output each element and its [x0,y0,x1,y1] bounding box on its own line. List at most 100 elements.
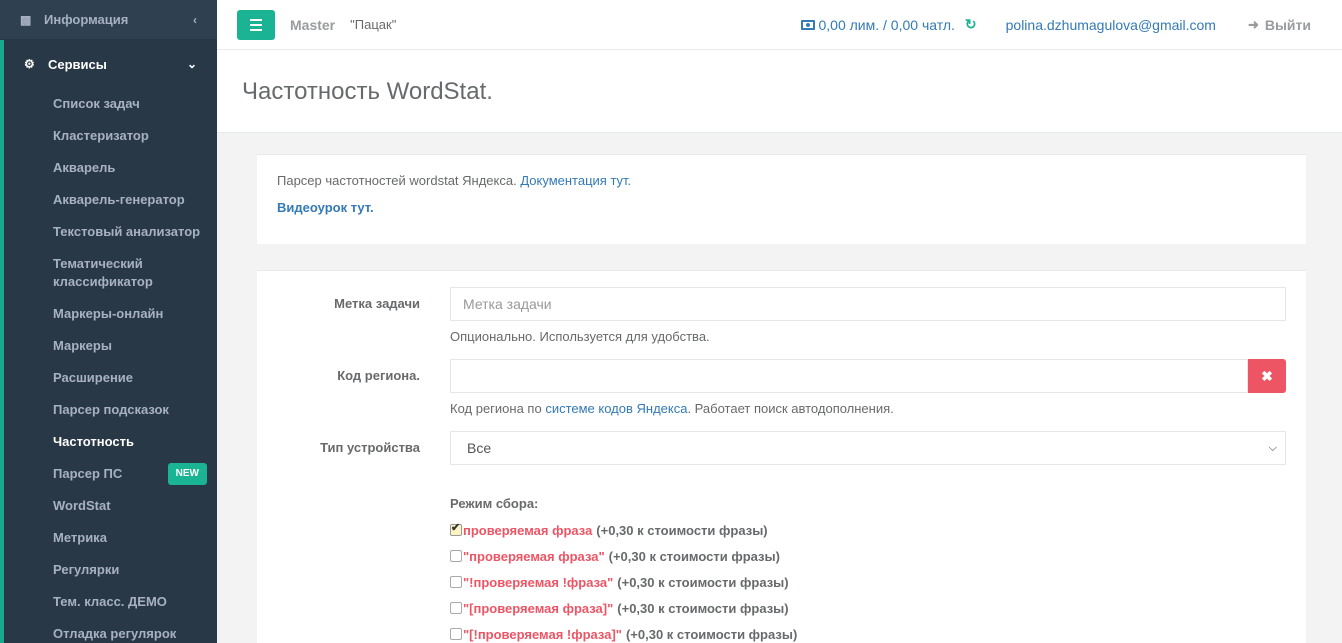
video-tutorial-link[interactable]: Видеоурок тут. [277,200,374,215]
chevron-down-icon: ⌵ [1268,441,1277,454]
mode-checkbox[interactable] [450,576,462,588]
mode-option[interactable]: "[!проверяемая !фраза]" (+0,30 к стоимос… [450,621,1286,643]
info-box: Парсер частотностей wordstat Яндекса. До… [257,154,1306,244]
mode-checkbox[interactable] [450,628,462,640]
mode-cost: (+0,30 к стоимости фразы) [625,626,798,642]
mode-checkbox[interactable] [450,550,462,562]
sidebar-item-suggest-parser[interactable]: Парсер подсказок [4,394,217,426]
form-box: Метка задачи Метка задачи Опционально. И… [257,270,1306,643]
refresh-icon[interactable]: ↻ [965,16,977,33]
cogs-icon: ⚙ [24,57,35,71]
sidebar-item-label: Акварель-генератор [53,192,185,207]
hamburger-icon [250,18,262,21]
mode-cost: (+0,30 к стоимости фразы) [617,600,789,616]
sidebar-item-extension[interactable]: Расширение [4,362,217,394]
sidebar-item-label: Расширение [53,370,134,385]
balance-text: 0,00 лим. / 0,00 чатл. [818,16,955,33]
sidebar-section-services: ⚙ Сервисы ⌄ Список задач Кластеризатор А… [0,40,217,643]
sidebar-item-frequency[interactable]: Частотность [4,426,217,458]
mode-option[interactable]: "проверяемая фраза" (+0,30 к стоимости ф… [450,543,1286,569]
sidebar-item-serp-parser[interactable]: Парсер ПС NEW [4,458,217,490]
sidebar-item-label: Регулярки [53,562,120,577]
sidebar-item-metrika[interactable]: Метрика [4,522,217,554]
sidebar-item-wordstat[interactable]: WordStat [4,490,217,522]
clear-region-button[interactable]: ✖ [1248,359,1286,393]
sidebar-item-label: Информация [44,12,129,27]
sidebar-item-akvarel[interactable]: Акварель [4,152,217,184]
sidebar-item-label: WordStat [53,498,111,513]
page-heading: Частотность WordStat. [217,50,1342,133]
region-label: Код региона. [337,368,420,383]
sidebar-item-thematic-classifier[interactable]: Тематический классификатор [4,248,217,298]
balance[interactable]: 0,00 лим. / 0,00 чатл. [800,16,955,33]
sidebar-item-label: Парсер ПС [53,466,123,481]
device-type-select[interactable]: Все ⌵ [450,431,1286,465]
sidebar: ▩ Информация ‹ ⚙ Сервисы ⌄ Список задач … [0,0,217,643]
topbar-right: 0,00 лим. / 0,00 чатл. ↻ polina.dzhumagu… [800,16,1342,33]
sidebar-item-info[interactable]: ▩ Информация ‹ [0,0,217,40]
mode-option[interactable]: "[проверяемая фраза]" (+0,30 к стоимости… [450,595,1286,621]
sidebar-item-label: Акварель [53,160,116,175]
top-navbar: Master "Пацак" 0,00 лим. / 0,00 чатл. ↻ … [217,0,1342,50]
mode-checkbox[interactable] [450,602,462,614]
sidebar-item-label: Тематический классификатор [53,256,153,289]
device-selected: Все [467,440,492,456]
task-label-input[interactable]: Метка задачи [450,287,1286,321]
sidebar-item-label: Сервисы [48,56,107,72]
sidebar-item-text-analyzer[interactable]: Текстовый анализатор [4,216,217,248]
user-email-link[interactable]: polina.dzhumagulova@gmail.com [1006,17,1216,33]
sidebar-item-label: Маркеры [53,338,112,353]
task-label-label: Метка задачи [334,296,420,311]
hamburger-icon [250,28,262,31]
sign-out-icon: ➜ [1247,16,1259,32]
info-description: Парсер частотностей wordstat Яндекса. [277,173,521,188]
mode-phrase: "[проверяемая фраза]" [463,600,614,616]
sidebar-item-label: Кластеризатор [53,128,149,143]
menu-toggle-button[interactable] [237,9,275,40]
sidebar-item-them-class-demo[interactable]: Тем. класс. ДЕМО [4,586,217,618]
master-label: Master [290,16,336,33]
mode-checkbox[interactable] [450,521,462,536]
sidebar-item-services[interactable]: ⚙ Сервисы ⌄ [4,40,217,88]
sidebar-item-label: Текстовый анализатор [53,224,201,239]
sidebar-item-markers[interactable]: Маркеры [4,330,217,362]
info-text: Парсер частотностей wordstat Яндекса. До… [277,173,1286,188]
project-name: "Пацак" [350,17,397,32]
region-help-text-after: . Работает поиск автодополнения. [687,401,894,416]
sidebar-item-clusterizer[interactable]: Кластеризатор [4,120,217,152]
region-input[interactable] [450,359,1248,393]
documentation-link[interactable]: Документация тут. [520,173,631,188]
logout-label: Выйти [1264,16,1311,33]
chevron-left-icon: ‹ [193,12,197,27]
sidebar-item-task-list[interactable]: Список задач [4,88,217,120]
sidebar-item-label: Частотность [53,434,134,449]
mode-phrase: "!проверяемая !фраза" [463,574,614,590]
sidebar-item-akvarel-generator[interactable]: Акварель-генератор [4,184,217,216]
mode-phrase: "проверяемая фраза" [463,548,605,564]
close-icon: ✖ [1261,367,1273,384]
region-help-text: Код региона по [450,401,546,416]
sidebar-item-label: Список задач [53,96,140,111]
region-codes-link[interactable]: системе кодов Яндекса [545,401,687,416]
mode-cost: (+0,30 к стоимости фразы) [608,548,780,564]
task-label-help: Опционально. Используется для удобства. [450,329,710,344]
services-submenu: Список задач Кластеризатор Акварель Аква… [4,88,217,643]
sidebar-item-label: Тем. класс. ДЕМО [53,594,167,609]
mode-cost: (+0,30 к стоимости фразы) [617,574,789,590]
chevron-down-icon: ⌄ [186,57,197,71]
sidebar-item-label: Отладка регулярок [53,626,177,641]
page-title: Частотность WordStat. [242,78,493,105]
mode-phrase: проверяемая фраза [463,522,593,538]
mode-cost: (+0,30 к стоимости фразы) [596,522,768,538]
hamburger-icon [250,23,262,26]
logout-button[interactable]: ➜ Выйти [1248,17,1311,33]
mode-option[interactable]: "!проверяемая !фраза" (+0,30 к стоимости… [450,569,1286,595]
new-badge: NEW [167,463,207,485]
device-label: Тип устройства [320,440,420,455]
sidebar-item-markers-online[interactable]: Маркеры-онлайн [4,298,217,330]
sidebar-item-regex[interactable]: Регулярки [4,554,217,586]
mode-title: Режим сбора: [450,496,539,511]
sidebar-item-label: Парсер подсказок [53,402,169,417]
mode-option[interactable]: проверяемая фраза (+0,30 к стоимости фра… [450,517,1286,543]
sidebar-item-regex-debug[interactable]: Отладка регулярок [4,618,217,643]
